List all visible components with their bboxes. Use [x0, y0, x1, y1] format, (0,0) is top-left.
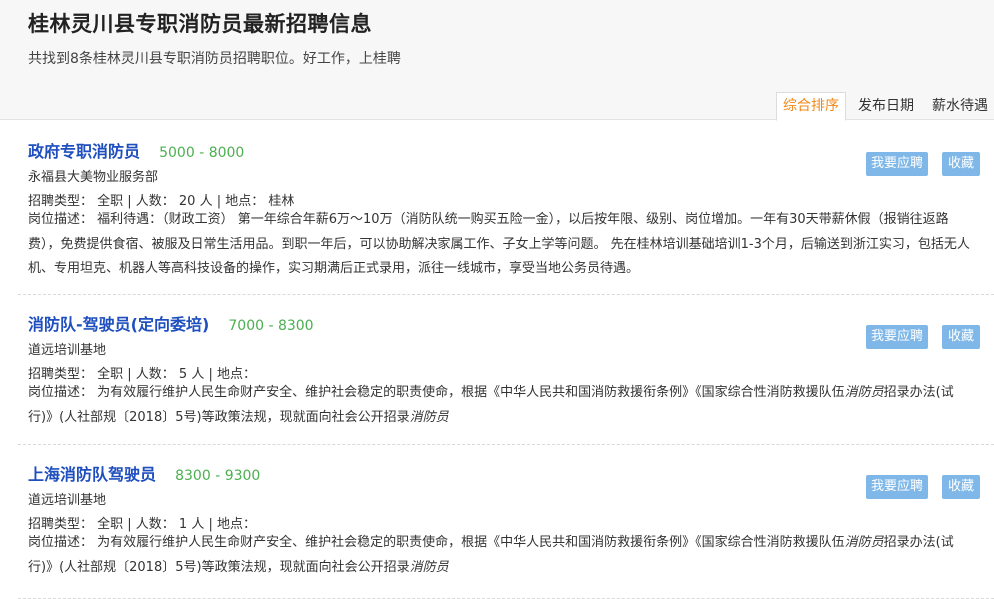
company-name: 道远培训基地: [28, 343, 107, 358]
job-salary: 7000 - 8300: [228, 318, 314, 334]
job-listing: 消防队-驾驶员(定向委培) 7000 - 8300 道远培训基地 招聘类型： 全…: [18, 311, 994, 445]
job-title-link[interactable]: 消防队-驾驶员(定向委培): [28, 315, 209, 334]
job-listing: 政府专职消防员 5000 - 8000 永福县大美物业服务部 招聘类型： 全职 …: [18, 138, 994, 295]
apply-button[interactable]: 我要应聘: [866, 475, 928, 499]
job-meta: 招聘类型： 全职 | 人数： 1 人 | 地点：: [28, 517, 256, 532]
job-description: 岗位描述： 福利待遇：（财政工资） 第一年综合年薪6万～10万（消防队统一购买五…: [28, 212, 970, 276]
job-title-row: 上海消防队驾驶员 8300 - 9300: [28, 461, 260, 485]
desc-text: 岗位描述： 为有效履行维护人民生命财产安全、维护社会稳定的职责使命，根据《中华人…: [28, 385, 845, 400]
job-title-row: 消防队-驾驶员(定向委培) 7000 - 8300: [28, 311, 314, 335]
favorite-button[interactable]: 收藏: [942, 152, 980, 176]
result-summary: 共找到8条桂林灵川县专职消防员招聘职位。好工作，上桂聘: [28, 51, 401, 67]
job-meta: 招聘类型： 全职 | 人数： 20 人 | 地点： 桂林: [28, 194, 295, 209]
job-description: 岗位描述： 为有效履行维护人民生命财产安全、维护社会稳定的职责使命，根据《中华人…: [28, 381, 978, 430]
job-salary: 8300 - 9300: [175, 468, 261, 484]
job-title-link[interactable]: 政府专职消防员: [28, 142, 140, 161]
desc-text: 岗位描述： 为有效履行维护人民生命财产安全、维护社会稳定的职责使命，根据《中华人…: [28, 535, 845, 550]
company-name: 永福县大美物业服务部: [28, 170, 159, 185]
job-salary: 5000 - 8000: [159, 145, 245, 161]
desc-highlight: 消防员: [409, 409, 449, 425]
job-title-link[interactable]: 上海消防队驾驶员: [28, 465, 156, 484]
tab-sort-salary[interactable]: 薪水待遇: [926, 92, 994, 121]
tab-sort-overall[interactable]: 综合排序: [776, 92, 846, 121]
apply-button[interactable]: 我要应聘: [866, 325, 928, 349]
apply-button[interactable]: 我要应聘: [866, 152, 928, 176]
job-title-row: 政府专职消防员 5000 - 8000: [28, 138, 244, 162]
job-listing: 上海消防队驾驶员 8300 - 9300 道远培训基地 招聘类型： 全职 | 人…: [18, 461, 994, 599]
page-title: 桂林灵川县专职消防员最新招聘信息: [28, 12, 372, 36]
desc-highlight: 消防员: [844, 385, 884, 400]
desc-highlight: 消防员: [409, 559, 449, 575]
favorite-button[interactable]: 收藏: [942, 325, 980, 349]
page-header: 桂林灵川县专职消防员最新招聘信息 共找到8条桂林灵川县专职消防员招聘职位。好工作…: [0, 0, 994, 121]
favorite-button[interactable]: 收藏: [942, 475, 980, 499]
desc-highlight: 消防员: [844, 535, 884, 550]
job-description: 岗位描述： 为有效履行维护人民生命财产安全、维护社会稳定的职责使命，根据《中华人…: [28, 531, 978, 580]
sort-tabs: 综合排序 发布日期 薪水待遇: [770, 92, 994, 121]
tab-sort-date[interactable]: 发布日期: [852, 92, 920, 121]
job-meta: 招聘类型： 全职 | 人数： 5 人 | 地点：: [28, 367, 256, 382]
company-name: 道远培训基地: [28, 493, 107, 508]
